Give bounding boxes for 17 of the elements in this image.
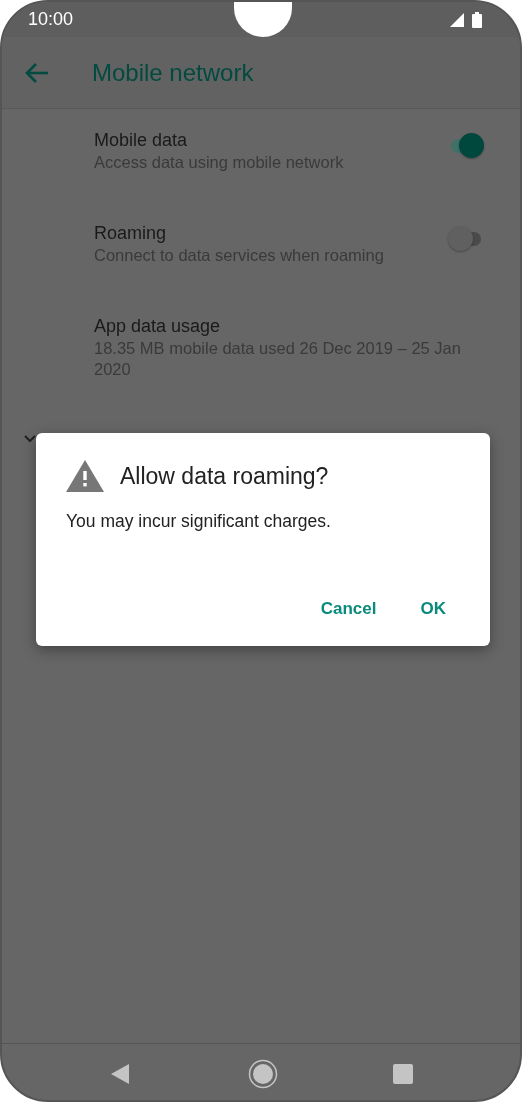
confirm-button[interactable]: OK xyxy=(406,589,460,628)
setting-title[interactable]: App data usage xyxy=(94,315,486,339)
cancel-button[interactable]: Cancel xyxy=(306,589,391,628)
home-icon[interactable] xyxy=(247,1059,278,1089)
setting-title[interactable]: Mobile data xyxy=(94,129,344,153)
back-icon[interactable] xyxy=(109,1063,130,1085)
dialog-title: Allow data roaming? xyxy=(120,462,329,491)
warning-icon xyxy=(66,460,104,493)
setting-title[interactable]: Roaming xyxy=(94,222,384,246)
chevron-icon xyxy=(24,435,36,443)
dialog-message: You may incur significant charges. xyxy=(66,509,332,533)
status-time: 10:00 xyxy=(28,8,74,31)
screen-title: Mobile network xyxy=(92,57,254,88)
recents-icon[interactable] xyxy=(392,1064,413,1084)
back-icon[interactable] xyxy=(24,61,50,84)
signal-icon xyxy=(450,12,464,27)
battery-icon xyxy=(472,11,482,28)
